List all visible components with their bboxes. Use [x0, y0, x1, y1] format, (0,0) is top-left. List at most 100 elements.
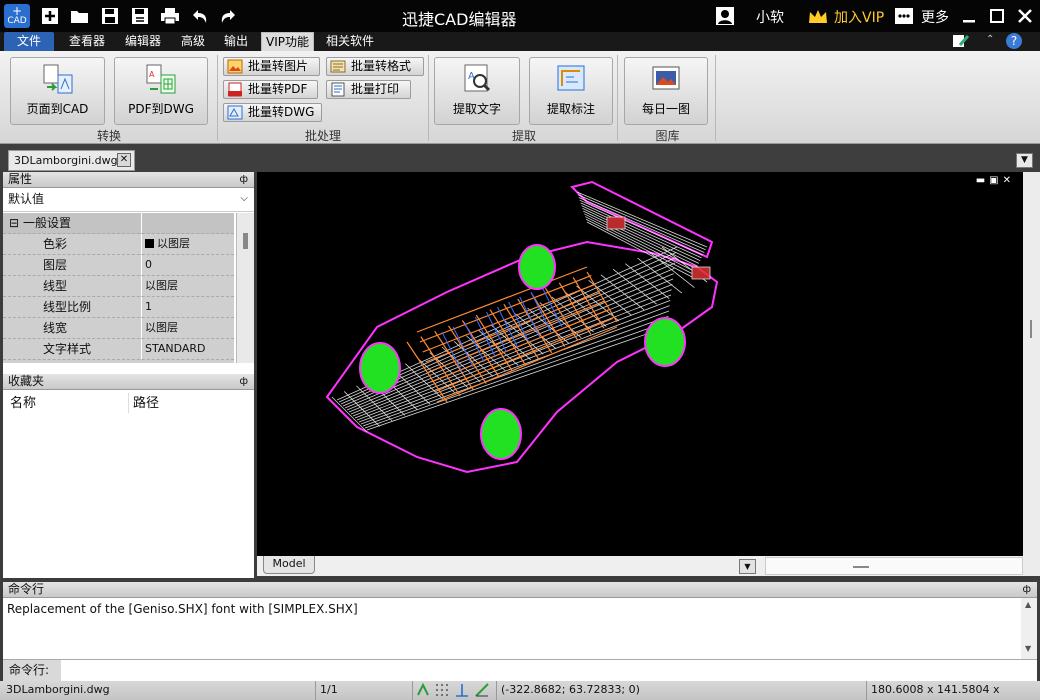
menu-related-software[interactable]: 相关软件 — [326, 34, 374, 50]
undo-icon[interactable] — [188, 4, 212, 28]
viewport-vertical-scrollbar[interactable] — [1023, 172, 1040, 576]
menu-file[interactable]: 文件 — [4, 32, 54, 51]
model-tab[interactable]: Model — [263, 556, 315, 574]
user-name[interactable]: 小软 — [756, 7, 784, 27]
group-separator — [217, 55, 218, 141]
batch-to-format-button[interactable]: 批量转格式 — [326, 57, 424, 76]
extract-text-icon: A — [464, 64, 491, 92]
property-row-layer[interactable]: 图层 0 — [3, 255, 234, 276]
layout-dropdown-icon[interactable]: ▼ — [739, 559, 756, 574]
svg-text:?: ? — [1011, 34, 1017, 48]
scrollbar-thumb[interactable] — [853, 566, 869, 568]
scroll-down-icon[interactable]: ▼ — [1025, 644, 1031, 653]
minimize-icon[interactable] — [957, 4, 981, 28]
wire-line — [637, 257, 683, 294]
status-coordinates: (-322.8682; 63.72833; 0) — [496, 681, 640, 700]
save-icon[interactable] — [98, 4, 122, 28]
extract-annotation-button[interactable]: 提取标注 — [529, 57, 613, 125]
batch-print-button[interactable]: 批量打印 — [326, 80, 411, 99]
chevron-down-icon: ⌵ — [240, 193, 248, 204]
polar-icon[interactable] — [475, 683, 489, 700]
property-value[interactable]: 0 — [141, 255, 234, 275]
menu-viewer[interactable]: 查看器 — [69, 34, 105, 50]
status-file: 3DLamborgini.dwg — [6, 683, 110, 696]
maximize-icon[interactable] — [985, 4, 1009, 28]
batch-to-image-label: 批量转图片 — [248, 59, 309, 73]
join-vip-link[interactable]: 加入VIP — [834, 7, 884, 27]
batch-to-dwg-button[interactable]: 批量转DWG — [223, 103, 322, 122]
more-link[interactable]: 更多 — [921, 7, 949, 27]
properties-section-general[interactable]: ⊟ 一般设置 — [3, 213, 234, 234]
scrollbar-thumb[interactable] — [243, 233, 248, 249]
dwg-icon — [227, 105, 243, 120]
command-input[interactable] — [63, 661, 1033, 680]
property-value[interactable]: 以图层 — [141, 318, 234, 338]
ribbon-collapse-icon[interactable]: ⌃ — [986, 34, 994, 45]
property-value[interactable]: 以图层 — [141, 234, 234, 254]
group-separator — [715, 55, 716, 141]
new-file-icon[interactable] — [38, 4, 62, 28]
pin-icon[interactable]: ф — [239, 172, 248, 187]
collapse-icon[interactable]: ⊟ — [9, 213, 19, 233]
property-value[interactable]: 1 — [141, 297, 234, 317]
property-value[interactable]: STANDARD — [141, 339, 234, 359]
document-tab[interactable]: 3DLamborgini.dwg ✕ — [8, 150, 135, 171]
wheel — [480, 408, 522, 460]
properties-scrollbar[interactable] — [236, 213, 254, 363]
favorites-col-path[interactable]: 路径 — [133, 393, 159, 414]
menu-output[interactable]: 输出 — [224, 34, 248, 50]
group-batch-label: 批处理 — [304, 129, 341, 143]
open-folder-icon[interactable] — [68, 4, 92, 28]
close-window-icon[interactable] — [1013, 4, 1037, 28]
print-icon[interactable] — [158, 4, 182, 28]
property-value-text: 以图层 — [157, 237, 190, 250]
command-output-scrollbar[interactable]: ▲ ▼ — [1021, 598, 1037, 659]
snap-icon[interactable] — [416, 682, 430, 700]
close-tab-icon[interactable]: ✕ — [117, 153, 131, 167]
pdf-to-dwg-button[interactable]: A PDF到DWG — [114, 57, 208, 125]
wire-line — [366, 326, 668, 431]
app-logo-icon[interactable]: + CAD — [4, 4, 30, 28]
batch-to-image-button[interactable]: 批量转图片 — [223, 57, 320, 76]
extract-text-button[interactable]: A 提取文字 — [434, 57, 520, 125]
ortho-icon[interactable] — [455, 683, 469, 700]
user-avatar-icon[interactable] — [713, 4, 737, 28]
wheel — [359, 342, 401, 394]
command-panel-title: 命令行 — [8, 582, 45, 596]
property-row-linetype[interactable]: 线型 以图层 — [3, 276, 234, 297]
properties-dropdown[interactable]: 默认值 ⌵ — [3, 188, 254, 212]
section-label: 一般设置 — [23, 216, 72, 230]
menu-vip[interactable]: VIP功能 — [261, 32, 314, 52]
menu-advanced[interactable]: 高级 — [181, 34, 205, 50]
batch-to-pdf-button[interactable]: 批量转PDF — [223, 80, 318, 99]
property-row-lineweight[interactable]: 线宽 以图层 — [3, 318, 234, 339]
crown-icon[interactable] — [806, 5, 830, 29]
property-row-color[interactable]: 色彩 以图层 — [3, 234, 234, 255]
page-to-cad-button[interactable]: 页面到CAD — [10, 57, 105, 125]
property-key: 文字样式 — [43, 342, 92, 356]
batch-to-dwg-label: 批量转DWG — [248, 105, 315, 119]
pin-icon[interactable]: ф — [1022, 582, 1031, 597]
help-icon[interactable]: ? — [1005, 32, 1023, 53]
viewport-horizontal-scrollbar[interactable] — [765, 557, 1023, 575]
save-as-icon[interactable] — [128, 4, 152, 28]
drawing-viewport[interactable]: ▬▣✕ — [257, 172, 1023, 556]
edit-pencil-icon[interactable] — [952, 33, 970, 52]
property-row-linetype-scale[interactable]: 线型比例 1 — [3, 297, 234, 318]
properties-dropdown-value: 默认值 — [8, 192, 45, 206]
property-row-text-style[interactable]: 文字样式 STANDARD — [3, 339, 234, 360]
grid-icon[interactable] — [435, 683, 449, 700]
daily-image-button[interactable]: 每日一图 — [624, 57, 708, 125]
scroll-up-icon[interactable]: ▲ — [1025, 600, 1031, 609]
more-icon[interactable] — [892, 4, 916, 28]
batch-to-pdf-label: 批量转PDF — [248, 82, 308, 96]
tab-list-dropdown-icon[interactable]: ▼ — [1016, 153, 1033, 168]
menu-editor[interactable]: 编辑器 — [125, 34, 161, 50]
scrollbar-thumb[interactable] — [1030, 320, 1032, 338]
pin-icon[interactable]: ф — [239, 374, 248, 389]
wire-line — [331, 396, 368, 433]
tail-light — [606, 216, 626, 230]
property-value[interactable]: 以图层 — [141, 276, 234, 296]
redo-icon[interactable] — [216, 4, 240, 28]
favorites-col-name[interactable]: 名称 — [10, 393, 36, 414]
